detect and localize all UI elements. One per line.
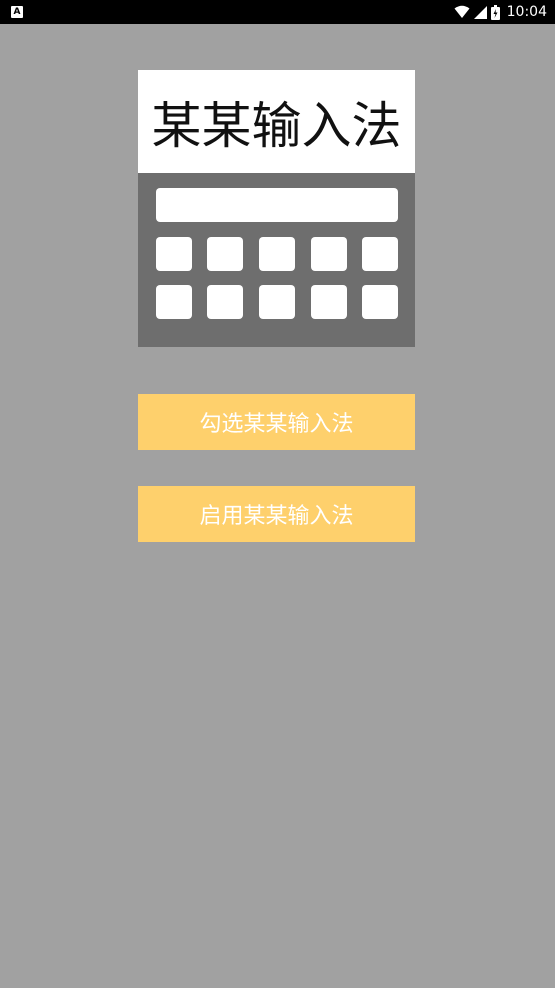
keyboard-key [311,237,347,271]
keyboard-illustration [138,173,415,347]
keyboard-key [362,285,398,319]
enable-ime-button[interactable]: 启用某某输入法 [138,486,415,542]
keyboard-key [362,237,398,271]
signal-icon [473,5,487,19]
notification-a-icon: A [11,6,23,18]
keyboard-key [207,237,243,271]
wifi-icon [454,5,470,19]
battery-icon [490,4,500,20]
status-bar: A 10:04 [0,0,555,24]
logo-title-area: 某某输入法 [138,70,415,173]
app-logo: 某某输入法 [138,70,415,347]
status-icons: 10:04 [454,0,547,24]
logo-title: 某某输入法 [151,96,402,155]
keyboard-key [259,285,295,319]
status-time: 10:04 [506,4,547,20]
keyboard-key [311,285,347,319]
check-ime-button[interactable]: 勾选某某输入法 [138,394,415,450]
keyboard-key [207,285,243,319]
keyboard-input-bar [156,188,398,222]
keyboard-key [156,285,192,319]
keyboard-key [156,237,192,271]
keyboard-key [259,237,295,271]
